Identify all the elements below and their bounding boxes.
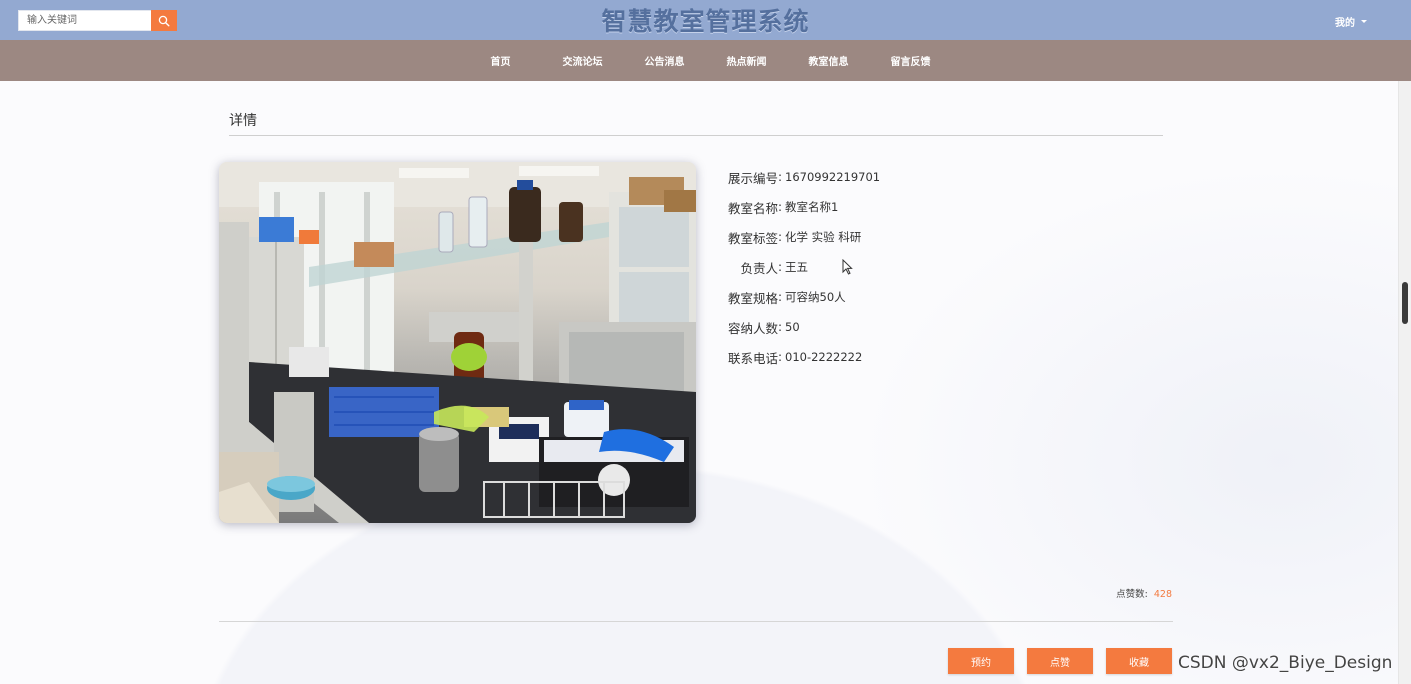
- reserve-button[interactable]: 预约: [948, 648, 1014, 674]
- like-button[interactable]: 点赞: [1027, 648, 1093, 674]
- caret-down-icon: [1361, 20, 1367, 23]
- field-value: 教室名称1: [785, 200, 839, 214]
- likes-counter: 点赞数: 428: [1116, 586, 1172, 600]
- field-classroom-tags: 教室标签 : 化学 实验 科研: [718, 222, 880, 252]
- nav-item-classroom-info[interactable]: 教室信息: [788, 53, 870, 68]
- scrollbar-track[interactable]: [1398, 81, 1411, 684]
- field-value: 化学 实验 科研: [785, 230, 862, 244]
- field-label: 展示编号: [727, 170, 778, 186]
- field-phone: 联系电话 : 010-2222222: [718, 342, 880, 372]
- field-value: 1670992219701: [785, 170, 881, 184]
- classroom-photo: [219, 162, 696, 523]
- field-manager: 负责人 : 王五: [718, 252, 880, 282]
- field-value: 王五: [785, 260, 808, 274]
- site-title: 智慧教室管理系统: [601, 7, 810, 36]
- nav-item-home[interactable]: 首页: [460, 53, 542, 68]
- user-menu-label: 我的: [1335, 18, 1355, 29]
- bottom-divider: [219, 621, 1173, 622]
- field-colon: :: [778, 290, 783, 304]
- field-classroom-name: 教室名称 : 教室名称1: [718, 192, 880, 222]
- field-display-id: 展示编号 : 1670992219701: [718, 162, 880, 192]
- field-colon: :: [778, 320, 783, 334]
- heading-divider: [229, 135, 1163, 136]
- field-label: 负责人: [740, 260, 778, 276]
- field-label: 教室标签: [727, 230, 778, 246]
- main-nav: 首页 交流论坛 公告消息 热点新闻 教室信息 留言反馈: [0, 40, 1411, 81]
- field-value: 可容纳50人: [785, 290, 846, 304]
- lab-photo-illustration: [219, 162, 696, 523]
- field-label: 容纳人数: [727, 320, 778, 336]
- field-value: 50: [785, 320, 800, 334]
- mouse-cursor-icon: [842, 259, 853, 275]
- field-label: 联系电话: [727, 350, 778, 366]
- detail-heading: 详情: [229, 113, 257, 129]
- favorite-button[interactable]: 收藏: [1106, 648, 1172, 674]
- field-colon: :: [778, 260, 783, 274]
- nav-item-announcements[interactable]: 公告消息: [624, 53, 706, 68]
- field-value: 010-2222222: [785, 350, 863, 364]
- top-bar: 智慧教室管理系统 我的: [0, 0, 1411, 40]
- content-area: [0, 81, 1398, 684]
- field-colon: :: [778, 170, 783, 184]
- scrollbar-thumb[interactable]: [1402, 282, 1408, 324]
- user-menu[interactable]: 我的: [1335, 14, 1367, 29]
- nav-item-forum[interactable]: 交流论坛: [542, 53, 624, 68]
- field-capacity: 容纳人数 : 50: [718, 312, 880, 342]
- field-colon: :: [778, 350, 783, 364]
- detail-fields: 展示编号 : 1670992219701 教室名称 : 教室名称1 教室标签 :…: [718, 162, 880, 372]
- likes-label: 点赞数:: [1116, 589, 1148, 600]
- field-label: 教室规格: [727, 290, 778, 306]
- nav-item-news[interactable]: 热点新闻: [706, 53, 788, 68]
- field-specification: 教室规格 : 可容纳50人: [718, 282, 880, 312]
- nav-item-feedback[interactable]: 留言反馈: [870, 53, 952, 68]
- likes-count: 428: [1153, 589, 1172, 600]
- watermark-text: CSDN @vx2_Biye_Design: [1178, 653, 1393, 673]
- nav-list: 首页 交流论坛 公告消息 热点新闻 教室信息 留言反馈: [460, 53, 952, 68]
- field-label: 教室名称: [727, 200, 778, 216]
- field-colon: :: [778, 230, 783, 244]
- field-colon: :: [778, 200, 783, 214]
